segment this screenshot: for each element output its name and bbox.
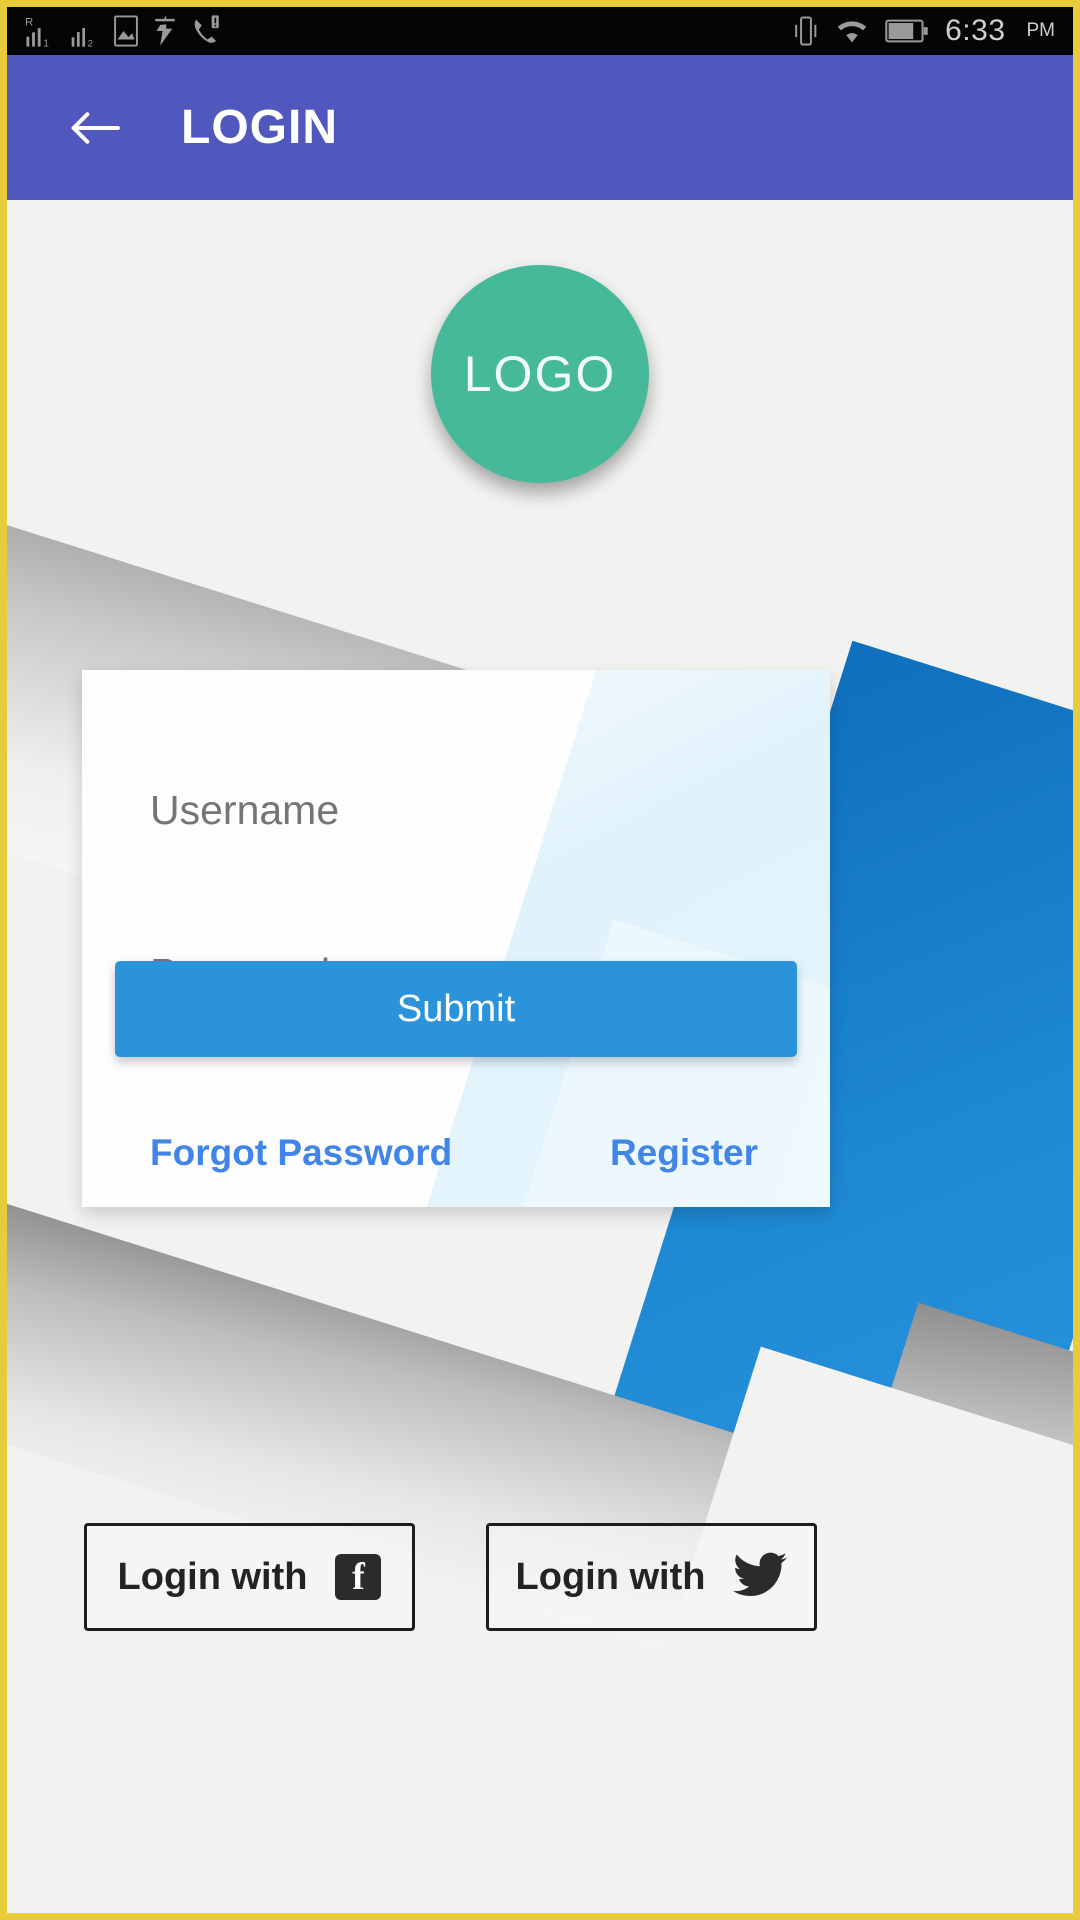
- register-link[interactable]: Register: [610, 1132, 758, 1174]
- vibrate-icon: [793, 15, 819, 47]
- wallpaper-diagonal-band-lower: [7, 1185, 1073, 1784]
- status-bar-clock: 6:33: [945, 14, 1006, 47]
- wallpaper-grey-wedge-right: [846, 1302, 1073, 1631]
- forgot-password-link[interactable]: Forgot Password: [150, 1132, 452, 1174]
- back-arrow-icon[interactable]: [69, 102, 121, 154]
- status-bar-left-icons: R 1 2: [25, 14, 223, 48]
- wallpaper-bottom-mask: [7, 1675, 1073, 1913]
- twitter-button-label: Login with: [515, 1555, 706, 1598]
- wifi-icon: [835, 16, 869, 46]
- signal-bars-2-icon: 2: [69, 16, 101, 48]
- flash-off-icon: [151, 14, 179, 48]
- app-logo: LOGO: [431, 265, 649, 483]
- status-bar-ampm: PM: [1026, 20, 1056, 41]
- logo-label: LOGO: [463, 346, 617, 402]
- svg-text:2: 2: [88, 39, 93, 48]
- status-bar-right-icons: 6:33 PM: [793, 14, 1055, 48]
- page-title: LOGIN: [181, 101, 338, 154]
- submit-button[interactable]: Submit: [115, 961, 797, 1057]
- app-bar: LOGIN: [7, 55, 1073, 200]
- login-with-facebook-button[interactable]: Login with f: [84, 1523, 415, 1631]
- card-decorative-wedge: [364, 670, 830, 1207]
- login-with-twitter-button[interactable]: Login with: [486, 1523, 817, 1631]
- roaming-signal-icon: R 1: [25, 14, 59, 48]
- svg-text:R: R: [25, 16, 33, 28]
- username-input[interactable]: [150, 787, 760, 834]
- login-card: Submit Forgot Password Register: [82, 670, 830, 1207]
- status-bar: R 1 2 6:33 PM: [7, 7, 1073, 55]
- missed-call-icon: [189, 14, 223, 48]
- twitter-icon: [733, 1552, 788, 1603]
- svg-text:1: 1: [43, 39, 49, 48]
- gallery-image-icon: [111, 14, 141, 48]
- phone-screen: R 1 2 6:33 PM LOGIN LOGO Username Passwo…: [0, 0, 1080, 1920]
- battery-icon: [885, 18, 929, 44]
- facebook-icon: f: [335, 1554, 382, 1600]
- facebook-button-label: Login with: [117, 1555, 308, 1598]
